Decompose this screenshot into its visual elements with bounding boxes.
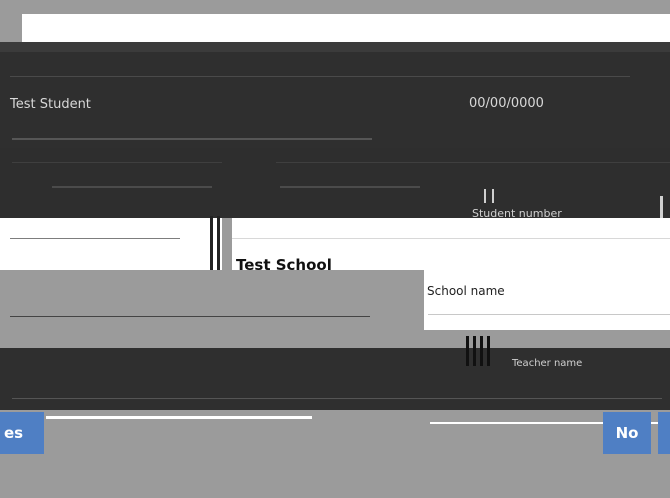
input-field-left[interactable]: [0, 218, 222, 270]
field-underline: [428, 314, 670, 315]
field-divider: [217, 216, 220, 270]
gray-gap: [0, 270, 424, 318]
scrollbar[interactable]: [660, 196, 663, 218]
teacher-name-label: Teacher name: [512, 358, 583, 369]
divider: [276, 162, 670, 163]
student-number-panel: [0, 148, 670, 218]
divider: [12, 138, 372, 140]
school-name-label: School name: [427, 284, 505, 298]
student-date: 00/00/0000: [469, 96, 544, 111]
no-button[interactable]: No: [603, 412, 651, 454]
divider: [12, 398, 662, 399]
field-underline: [232, 238, 670, 239]
text-cursor-marks: [484, 188, 520, 203]
student-name: Test Student: [10, 97, 91, 112]
dialog-title-bar: [22, 14, 670, 44]
field-underline: [280, 186, 420, 188]
field-underline: [10, 238, 180, 239]
field-underline: [10, 316, 370, 317]
text-cursor-marks: [466, 336, 506, 366]
student-info-panel: [0, 52, 670, 148]
divider: [12, 162, 222, 163]
field-divider: [210, 216, 213, 270]
school-name-card[interactable]: [424, 270, 670, 330]
next-button-edge[interactable]: [658, 412, 670, 454]
yes-button[interactable]: es: [0, 412, 44, 454]
title-bar-edge: [0, 42, 670, 52]
divider: [10, 76, 630, 77]
highlight-line: [46, 416, 312, 419]
field-underline: [52, 186, 212, 188]
